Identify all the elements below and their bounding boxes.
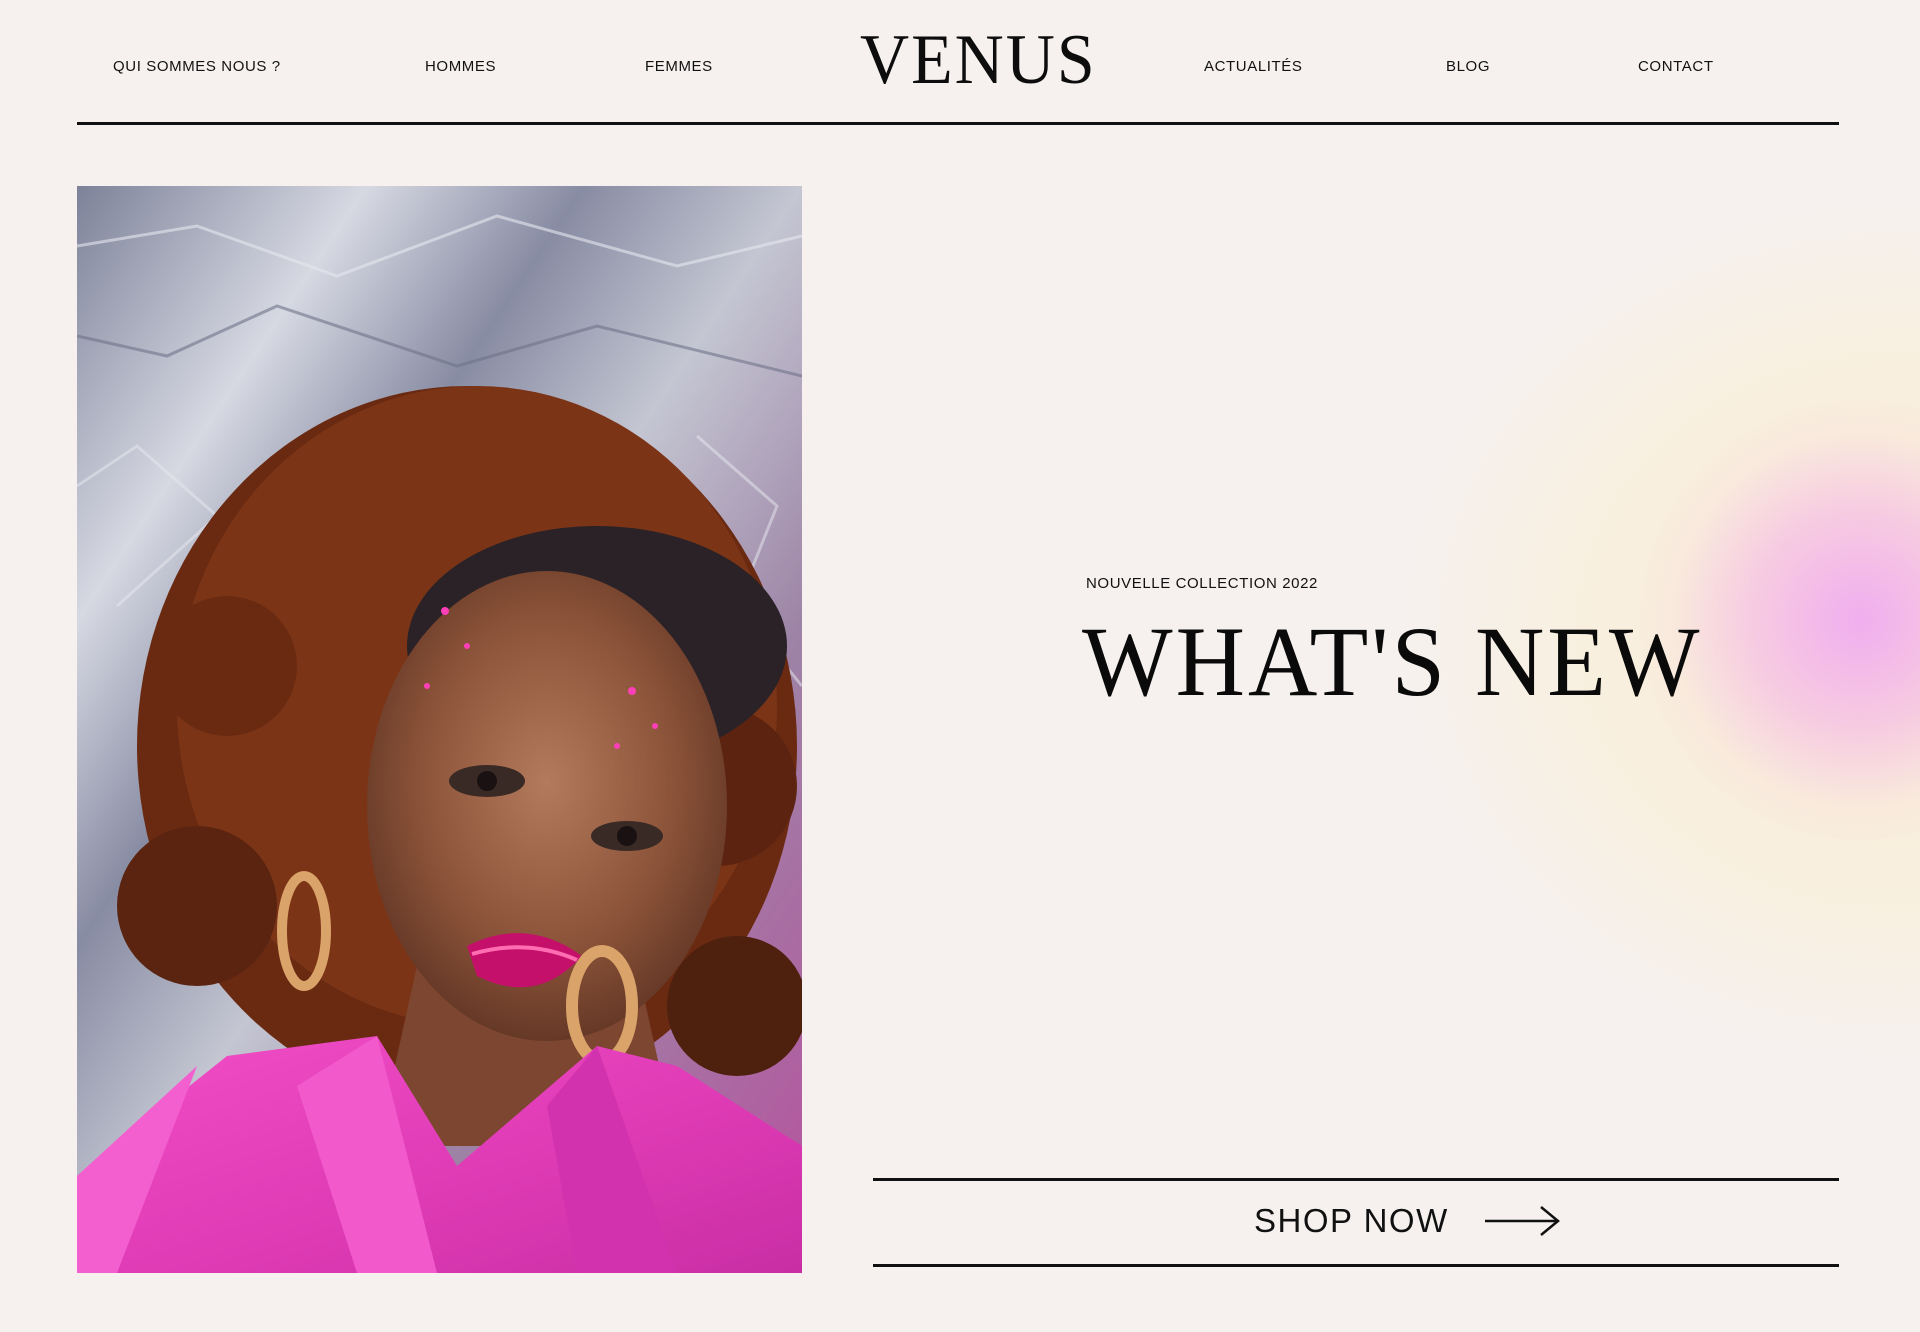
hero-photo — [77, 186, 802, 1273]
shop-divider-top — [873, 1178, 1839, 1181]
hero-headline: WHAT'S NEW — [1082, 605, 1703, 718]
shop-now-label: SHOP NOW — [1254, 1202, 1449, 1239]
nav-link-hommes[interactable]: HOMMES — [425, 58, 496, 75]
nav-link-contact[interactable]: CONTACT — [1638, 58, 1714, 75]
site-logo[interactable]: VENUS — [860, 18, 1095, 101]
site-header: QUI SOMMES NOUS ? HOMMES FEMMES VENUS AC… — [0, 0, 1920, 125]
header-divider — [77, 122, 1839, 125]
page: QUI SOMMES NOUS ? HOMMES FEMMES VENUS AC… — [0, 0, 1920, 1332]
nav-link-actualites[interactable]: ACTUALITÉS — [1204, 58, 1303, 75]
shop-now-button[interactable]: SHOP NOW — [1200, 1195, 1600, 1247]
shop-divider-bottom — [873, 1264, 1839, 1267]
arrow-right-icon — [1484, 1206, 1560, 1236]
nav-link-blog[interactable]: BLOG — [1446, 58, 1490, 75]
model-portrait-icon — [77, 186, 802, 1273]
nav-link-qui-sommes-nous[interactable]: QUI SOMMES NOUS ? — [113, 58, 281, 75]
collection-eyebrow: NOUVELLE COLLECTION 2022 — [1086, 575, 1318, 592]
nav-link-femmes[interactable]: FEMMES — [645, 58, 713, 75]
